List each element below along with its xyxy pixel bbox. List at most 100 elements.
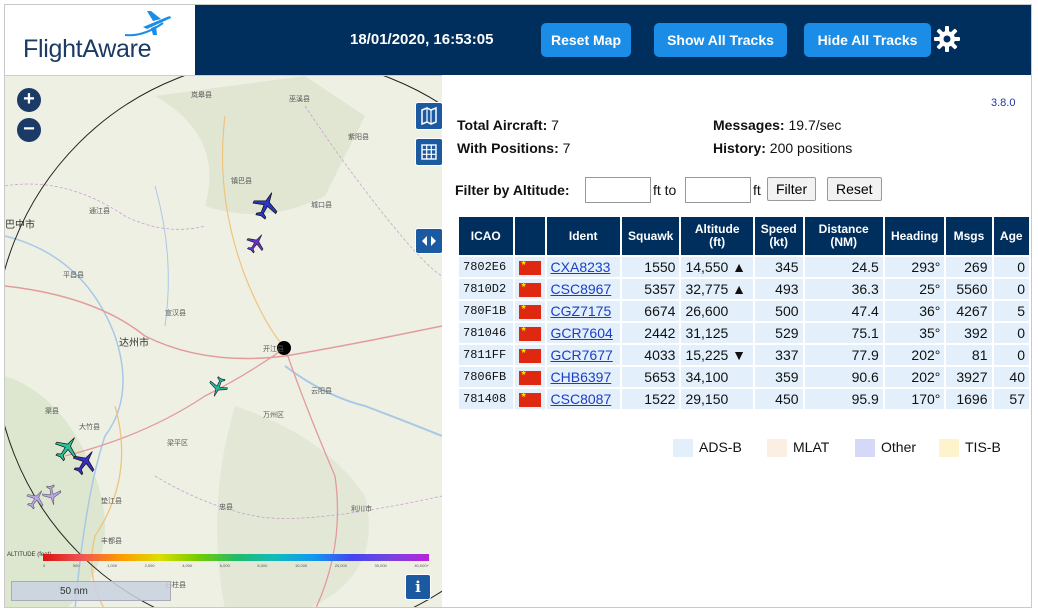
age-cell: 5 [993,301,1029,321]
legend-label: Other [881,439,917,455]
column-header-squawk[interactable]: Squawk [621,217,680,255]
age-cell: 0 [993,257,1029,277]
heading-cell: 35° [884,323,945,343]
icao-cell: 7810D2 [459,279,513,299]
map-place-label: 通江县 [89,207,110,215]
aircraft-marker-icon[interactable] [207,376,229,398]
column-header-ident[interactable]: Ident [546,217,620,255]
table-row[interactable]: 781408 CSC8087 152229,15045095.9170°169657 [459,389,1029,409]
altitude-tick: 4,000 [182,563,193,568]
map-place-label: 宣汉县 [165,309,186,317]
expand-collapse-icon [422,236,436,246]
china-flag-icon [518,347,541,364]
altitude-max-input[interactable] [685,177,751,203]
column-header-icao[interactable]: ICAO [459,217,513,255]
heading-cell: 293° [884,257,945,277]
ident-link[interactable]: CGZ7175 [551,303,612,319]
map-place-label: 平昌县 [63,271,84,279]
zoom-in-button[interactable]: + [17,88,41,112]
reset-filter-button[interactable]: Reset [827,177,882,201]
column-header-age[interactable]: Age [993,217,1029,255]
filter-button[interactable]: Filter [767,177,817,201]
ident-link[interactable]: CXA8233 [551,259,611,275]
map-layers-button[interactable] [415,102,442,130]
flag-cell [514,301,545,321]
legend-swatch [673,439,693,458]
column-header-flag[interactable] [514,217,545,255]
ident-link[interactable]: CSC8087 [551,391,612,407]
flag-cell [514,279,545,299]
flag-cell [514,367,545,387]
aircraft-marker-icon[interactable] [71,448,99,476]
show-all-tracks-button[interactable]: Show All Tracks [654,23,787,57]
altitude-tick: 500 [72,563,80,568]
table-header-row: ICAO Ident Squawk Altitude (ft) Speed (k… [459,217,1029,255]
table-row[interactable]: 7810D2 CSC8967 535732,775 ▲49336.325°55600 [459,279,1029,299]
zoom-out-button[interactable]: − [17,118,41,142]
distance-cell: 75.1 [804,323,883,343]
ident-cell: CXA8233 [546,257,620,277]
heading-cell: 202° [884,367,945,387]
heading-cell: 170° [884,389,945,409]
altitude-cell: 26,600 [681,301,753,321]
ident-link[interactable]: CHB6397 [551,369,612,385]
icao-cell: 781408 [459,389,513,409]
column-header-msgs[interactable]: Msgs [946,217,992,255]
column-header-heading[interactable]: Heading [884,217,945,255]
map-place-label: 镇巴县 [231,177,252,185]
column-header-distance[interactable]: Distance (NM) [804,217,883,255]
logo[interactable]: FlightAware [5,5,195,75]
heading-cell: 202° [884,345,945,365]
icao-cell: 7806FB [459,367,513,387]
aircraft-marker-icon[interactable] [41,484,63,506]
gear-icon[interactable] [933,25,961,53]
table-row[interactable]: 7811FF GCR7677 403315,225 ▼33777.9202°810 [459,345,1029,365]
hide-all-tracks-button[interactable]: Hide All Tracks [804,23,931,57]
table-row[interactable]: 7806FB CHB6397 565334,10035990.6202°392740 [459,367,1029,387]
ident-link[interactable]: GCR7604 [551,325,613,341]
altitude-color-bar [43,554,429,561]
history-stat: History: 200 positions [713,140,852,156]
messages-stat: Messages: 19.7/sec [713,117,841,133]
grid-toggle-button[interactable] [415,138,442,166]
distance-cell: 47.4 [804,301,883,321]
heading-cell: 36° [884,301,945,321]
info-button[interactable]: i [405,574,431,600]
icao-cell: 780F1B [459,301,513,321]
map-place-label: 渠县 [45,407,59,415]
table-row[interactable]: 781046 GCR7604 244231,12552975.135°3920 [459,323,1029,343]
map-icon [421,106,437,126]
icao-cell: 7802E6 [459,257,513,277]
china-flag-icon [518,369,541,386]
age-cell: 0 [993,323,1029,343]
altitude-min-input[interactable] [585,177,651,203]
map-place-label: 丰都县 [101,537,122,545]
ident-link[interactable]: CSC8967 [551,281,612,297]
map-place-label: 巴中市 [5,220,35,231]
legend-item-tisb: TIS-B [939,437,1001,458]
aircraft-marker-icon[interactable] [245,232,267,254]
column-header-speed[interactable]: Speed (kt) [754,217,803,255]
column-header-altitude[interactable]: Altitude (ft) [681,217,753,255]
map-view[interactable]: 岚皋县 巫溪县 紫阳县 镇巴县 城口县 巴中市 通江县 平昌县 宣汉县 达州市 … [5,75,442,607]
altitude-cell: 29,150 [681,389,753,409]
table-row[interactable]: 7802E6 CXA8233 155014,550 ▲34524.5293°2690 [459,257,1029,277]
history-value: 200 positions [769,140,853,156]
table-row[interactable]: 780F1B CGZ7175 667426,60050047.436°42675 [459,301,1029,321]
altitude-tick: 1,000 [107,563,118,568]
collapse-panel-button[interactable] [415,228,442,254]
ident-cell: CSC8967 [546,279,620,299]
map-place-label: 城口县 [311,201,332,209]
reset-map-button[interactable]: Reset Map [541,23,631,57]
squawk-cell: 5653 [621,367,680,387]
aircraft-marker-icon[interactable] [251,190,281,220]
speed-cell: 359 [754,367,803,387]
altitude-tick: 10,000 [294,563,308,568]
speed-cell: 529 [754,323,803,343]
map-place-label: 巫溪县 [289,95,310,103]
altitude-tick: 30,000 [374,563,387,568]
altitude-tick: 8,000 [257,563,268,568]
age-cell: 0 [993,345,1029,365]
ident-link[interactable]: GCR7677 [551,347,613,363]
map-place-label: 万州区 [263,411,284,419]
